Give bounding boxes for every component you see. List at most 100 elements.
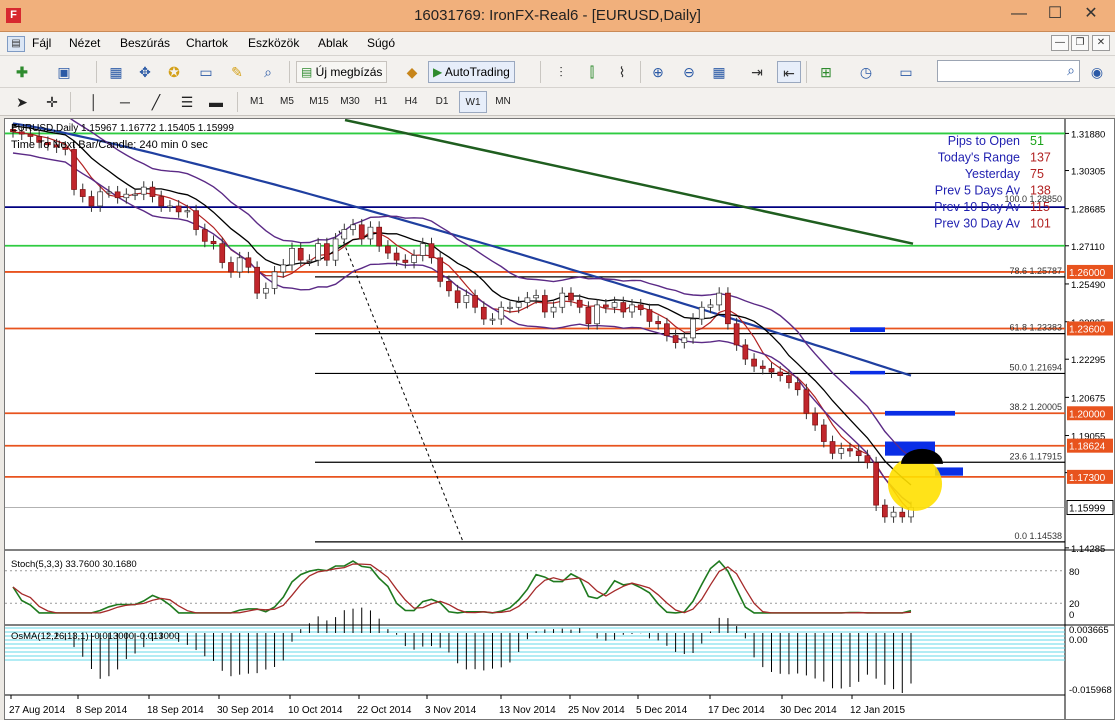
bear-candle[interactable]: [193, 210, 199, 230]
market-watch-icon[interactable]: ▦: [104, 61, 128, 83]
chart-window[interactable]: 80 20 0 0.003665 0.00 -0.015968 1.31880 1.303…: [4, 118, 1115, 720]
bear-candle[interactable]: [454, 290, 461, 303]
chart-shift-icon[interactable]: ⇥: [745, 61, 769, 83]
bull-candle[interactable]: [271, 271, 278, 289]
timeframe-h1[interactable]: H1: [367, 91, 395, 113]
bear-candle[interactable]: [620, 302, 627, 313]
bear-candle[interactable]: [254, 266, 260, 294]
bear-candle[interactable]: [376, 226, 383, 247]
timeframe-m15[interactable]: M15: [305, 91, 333, 113]
bull-candle[interactable]: [289, 248, 295, 266]
data-window-icon[interactable]: ✥: [133, 61, 157, 83]
minimize-button[interactable]: —: [1000, 2, 1038, 28]
bull-candle[interactable]: [550, 306, 557, 313]
bull-candle[interactable]: [123, 193, 130, 199]
metaeditor-icon[interactable]: ◆: [400, 61, 424, 83]
zoom-out-icon[interactable]: ⊖: [677, 61, 701, 83]
bear-candle[interactable]: [794, 382, 801, 391]
history-icon[interactable]: ⌕: [256, 61, 280, 83]
bull-candle[interactable]: [184, 210, 191, 213]
crosshair-icon[interactable]: ✛: [40, 91, 64, 113]
timeframe-w1[interactable]: W1: [459, 91, 487, 113]
bull-candle[interactable]: [262, 288, 269, 294]
bull-candle[interactable]: [559, 292, 566, 308]
bear-candle[interactable]: [428, 243, 435, 259]
bear-candle[interactable]: [646, 309, 653, 322]
candle-chart-icon[interactable]: ⫿: [580, 61, 604, 83]
bear-candle[interactable]: [88, 196, 95, 207]
bear-candle[interactable]: [672, 335, 679, 343]
bull-candle[interactable]: [489, 318, 496, 321]
close-button[interactable]: ✕: [1072, 2, 1110, 28]
bear-candle[interactable]: [881, 504, 888, 518]
bull-candle[interactable]: [838, 448, 845, 454]
bear-candle[interactable]: [655, 321, 662, 325]
bull-candle[interactable]: [707, 304, 714, 308]
bear-candle[interactable]: [847, 448, 853, 452]
blue-zone-box[interactable]: [885, 410, 955, 416]
menu-charts[interactable]: Chartok: [186, 36, 228, 50]
bull-candle[interactable]: [681, 337, 688, 343]
profiles-icon[interactable]: ▣: [52, 61, 76, 83]
bull-candle[interactable]: [280, 264, 287, 273]
bear-candle[interactable]: [820, 424, 827, 442]
bull-candle[interactable]: [890, 511, 897, 518]
bear-candle[interactable]: [472, 295, 478, 308]
timeframe-h4[interactable]: H4: [397, 91, 425, 113]
timeframe-d1[interactable]: D1: [428, 91, 456, 113]
zoom-in-icon[interactable]: ⊕: [646, 61, 670, 83]
menu-tools[interactable]: Eszközök: [248, 36, 299, 50]
bear-candle[interactable]: [358, 224, 365, 240]
bear-candle[interactable]: [114, 191, 121, 199]
bull-candle[interactable]: [515, 302, 522, 308]
yellow-circle-marker[interactable]: [888, 456, 942, 511]
indicators-icon[interactable]: ⊞: [814, 61, 838, 83]
bear-candle[interactable]: [324, 243, 330, 261]
bear-candle[interactable]: [759, 365, 766, 369]
bear-candle[interactable]: [899, 511, 906, 518]
bull-candle[interactable]: [611, 302, 618, 308]
bear-candle[interactable]: [437, 257, 444, 282]
new-chart-icon[interactable]: ✚: [10, 61, 34, 83]
menu-insert[interactable]: Beszúrás: [120, 36, 170, 50]
bear-candle[interactable]: [228, 262, 234, 273]
community-icon[interactable]: ◉: [1085, 61, 1109, 83]
bear-candle[interactable]: [742, 344, 749, 360]
timeframe-mn[interactable]: MN: [489, 91, 517, 113]
bear-candle[interactable]: [768, 368, 775, 373]
bear-candle[interactable]: [27, 133, 34, 137]
menu-help[interactable]: Súgó: [367, 36, 395, 50]
bear-candle[interactable]: [786, 375, 792, 383]
bear-candle[interactable]: [864, 455, 871, 464]
bull-candle[interactable]: [106, 191, 112, 194]
templates-icon[interactable]: ▭: [894, 61, 918, 83]
bear-candle[interactable]: [873, 462, 879, 506]
bear-candle[interactable]: [393, 252, 400, 261]
bear-candle[interactable]: [812, 412, 818, 426]
bear-candle[interactable]: [480, 306, 487, 320]
bear-candle[interactable]: [297, 248, 304, 261]
mdi-restore-button[interactable]: ❐: [1071, 35, 1089, 51]
bear-candle[interactable]: [777, 371, 784, 376]
terminal-icon[interactable]: ▭: [194, 61, 218, 83]
new-order-button[interactable]: ▤ Új megbízás: [296, 61, 388, 83]
blue-zone-box[interactable]: [850, 370, 885, 375]
bear-candle[interactable]: [803, 389, 810, 414]
bull-candle[interactable]: [594, 304, 600, 325]
bear-candle[interactable]: [219, 243, 226, 263]
bull-candle[interactable]: [306, 259, 313, 262]
bull-candle[interactable]: [507, 306, 513, 309]
bull-candle[interactable]: [97, 191, 104, 207]
bear-candle[interactable]: [71, 149, 77, 190]
menu-view[interactable]: Nézet: [69, 36, 100, 50]
autotrading-button[interactable]: ▶ AutoTrading: [428, 61, 515, 83]
bear-candle[interactable]: [855, 450, 862, 457]
bull-candle[interactable]: [341, 229, 348, 240]
autoscroll-icon[interactable]: ⇤: [777, 61, 801, 83]
bear-candle[interactable]: [568, 292, 574, 301]
bear-candle[interactable]: [829, 441, 836, 454]
bear-candle[interactable]: [210, 240, 217, 245]
trendline-icon[interactable]: ╱: [144, 91, 168, 113]
bull-candle[interactable]: [132, 193, 138, 196]
navigator-icon[interactable]: ✪: [162, 61, 186, 83]
